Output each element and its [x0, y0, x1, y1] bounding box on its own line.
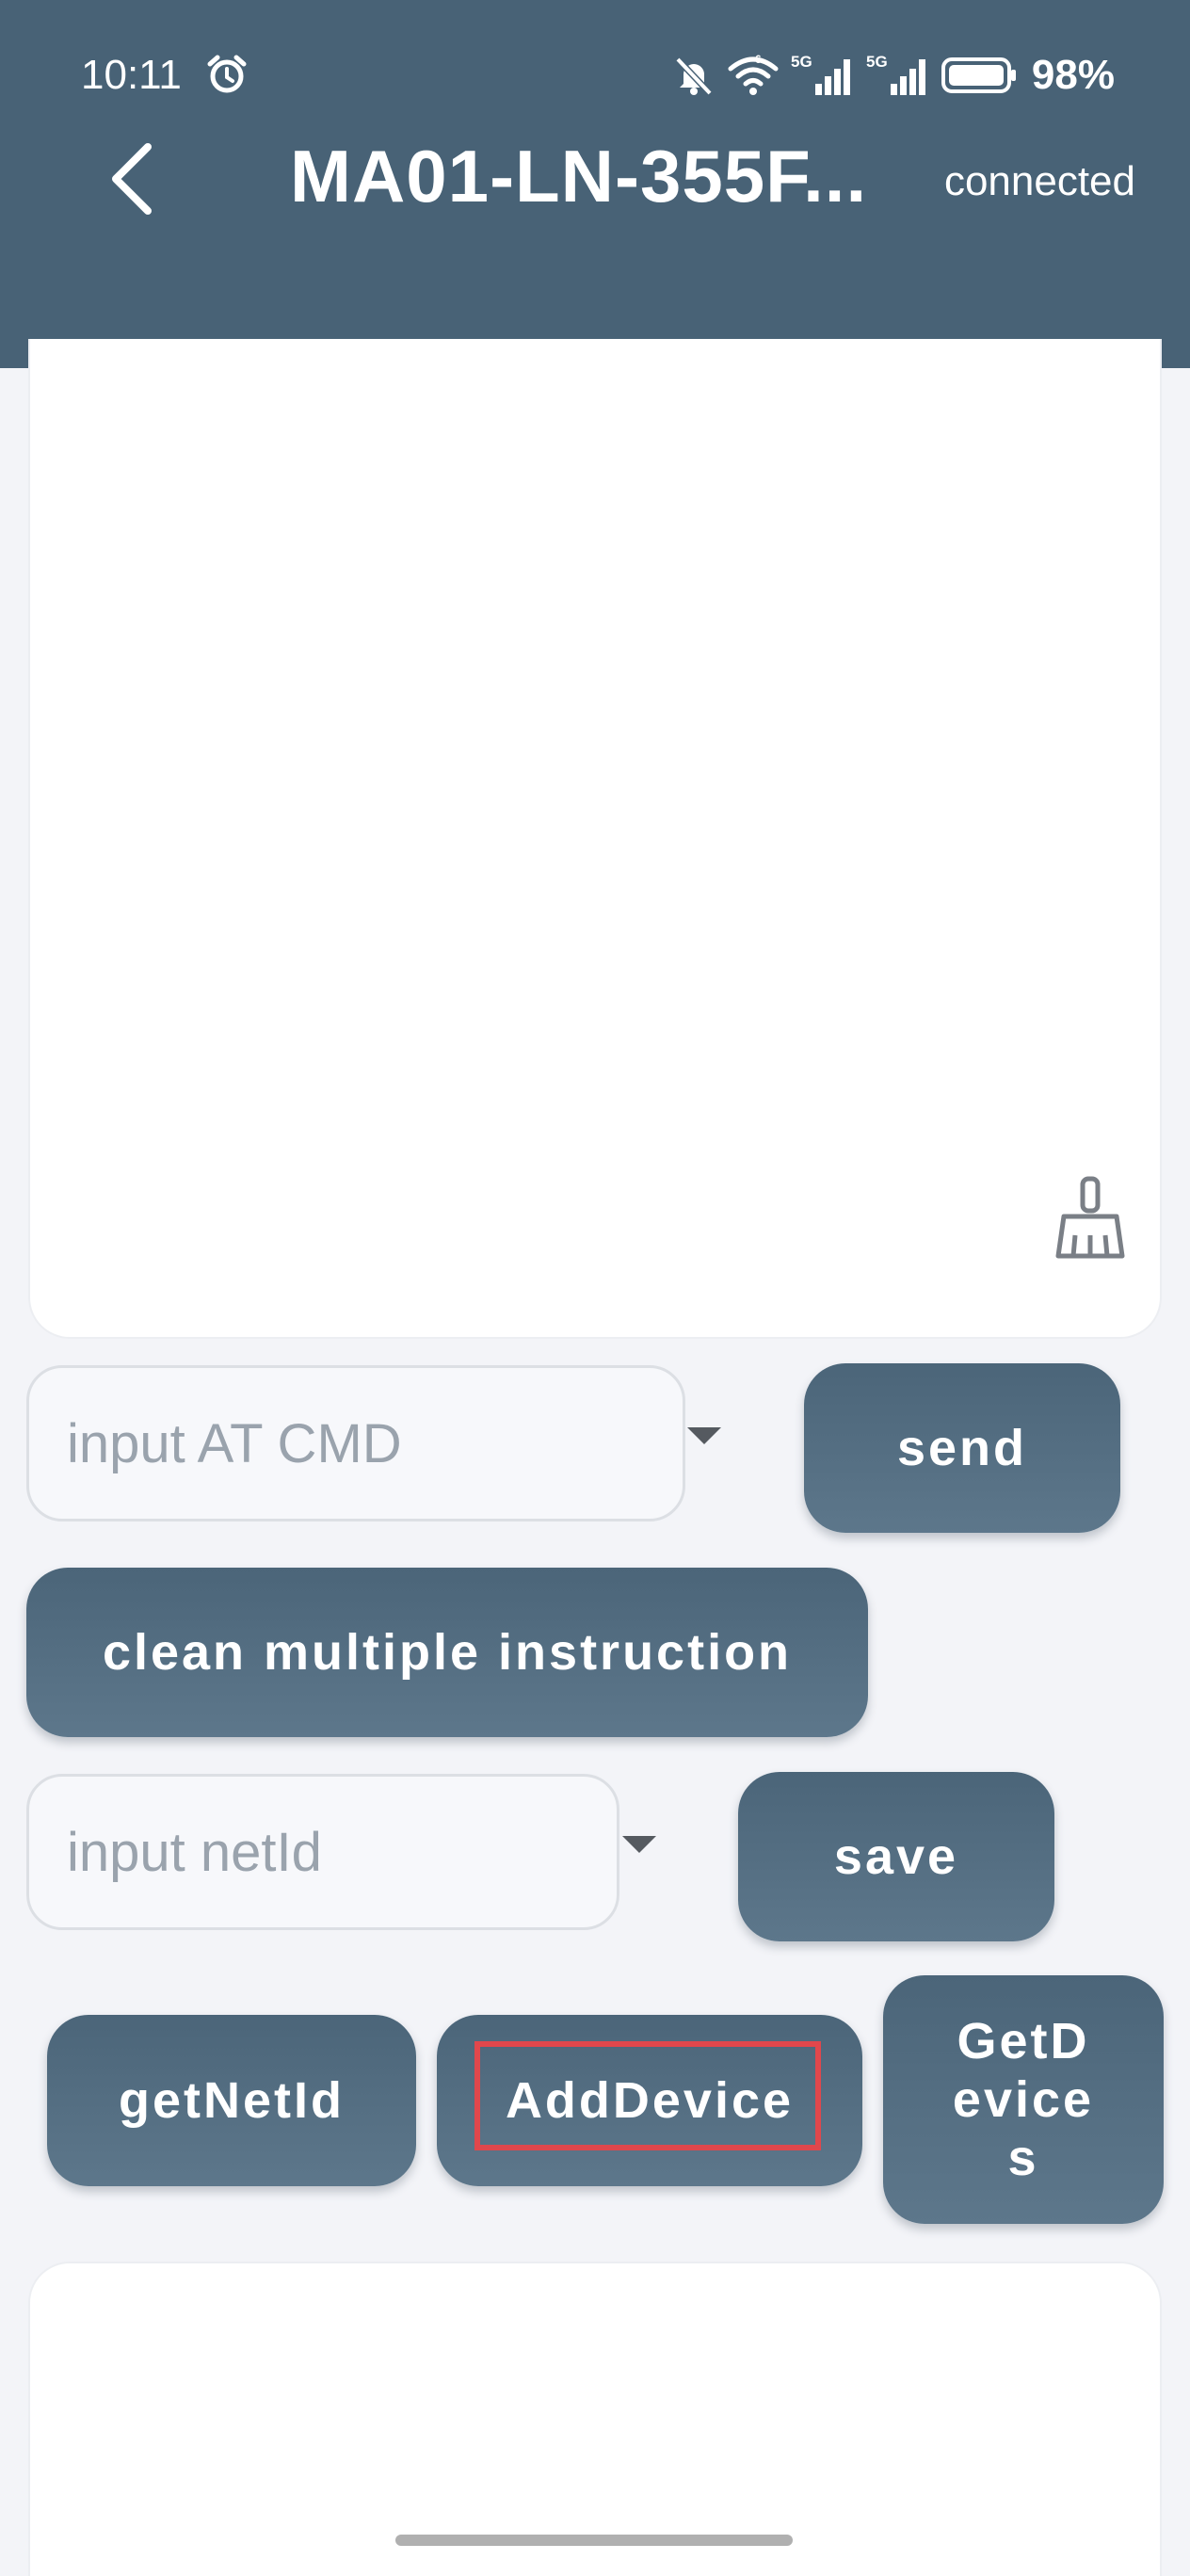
clear-log-button[interactable]: [1054, 1175, 1128, 1260]
send-button[interactable]: send: [804, 1363, 1120, 1533]
at-cmd-input[interactable]: input AT CMD: [26, 1365, 685, 1521]
svg-text:6: 6: [755, 54, 762, 66]
result-panel: [28, 2262, 1162, 2576]
battery-percent: 98%: [1031, 52, 1115, 98]
get-devices-label-line1: GetD: [957, 2013, 1090, 2069]
add-device-button[interactable]: AddDevice: [437, 2015, 862, 2186]
chevron-left-icon: [112, 143, 152, 215]
get-devices-label-line2: evice: [952, 2071, 1095, 2128]
app-bar: 10:11 6 5G 5G 98% MA01-LN-355F... connec…: [0, 0, 1190, 368]
svg-text:5G: 5G: [866, 53, 888, 71]
broom-icon: [1055, 1176, 1125, 1259]
signal-5g-icon: 5G: [866, 53, 925, 95]
get-devices-label-line3: s: [1007, 2130, 1039, 2186]
at-cmd-dropdown-icon[interactable]: [687, 1427, 721, 1444]
mute-bell-icon: [675, 56, 713, 96]
net-id-input[interactable]: input netId: [26, 1774, 619, 1930]
connection-status: connected: [943, 158, 1135, 204]
back-button[interactable]: [94, 137, 169, 221]
svg-text:5G: 5G: [791, 53, 812, 71]
battery-icon: [941, 57, 1016, 93]
status-icons: 6 5G 5G 98%: [672, 49, 1115, 102]
wifi-icon: 6: [728, 54, 779, 95]
page-title: MA01-LN-355F...: [290, 135, 868, 217]
status-time: 10:11: [81, 52, 182, 98]
get-net-id-button[interactable]: getNetId: [47, 2015, 416, 2186]
save-button[interactable]: save: [738, 1772, 1054, 1941]
signal-5g-icon: 5G: [791, 53, 850, 95]
net-id-dropdown-icon[interactable]: [622, 1836, 656, 1853]
alarm-icon: [207, 55, 247, 93]
clean-multiple-instruction-button[interactable]: clean multiple instruction: [26, 1568, 868, 1737]
log-output-panel: [28, 339, 1162, 1339]
home-indicator[interactable]: [395, 2535, 793, 2546]
get-devices-button[interactable]: GetD evice s: [883, 1975, 1164, 2224]
